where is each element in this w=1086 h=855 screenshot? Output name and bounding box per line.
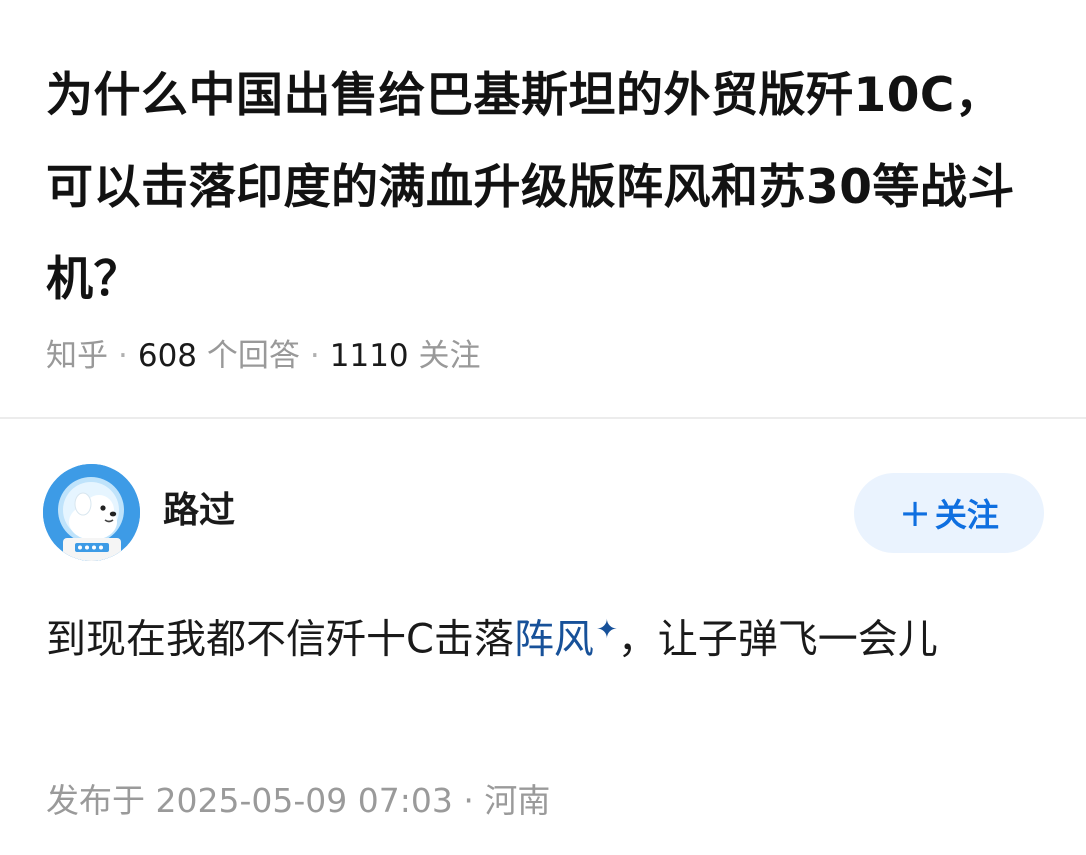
meta-separator: ·: [309, 338, 320, 374]
keyword-link[interactable]: 阵风: [514, 616, 594, 662]
sparkle-icon[interactable]: ✦: [596, 615, 618, 645]
plus-icon: +: [899, 491, 931, 535]
answer-count: 608: [137, 338, 198, 374]
question-card[interactable]: 为什么中国出售给巴基斯坦的外贸版歼10C，可以击落印度的满血升级版阵风和苏30等…: [0, 0, 1086, 419]
source-label[interactable]: 知乎: [46, 338, 108, 374]
author-name[interactable]: 路过: [163, 489, 235, 533]
meta-separator: ·: [118, 338, 128, 374]
question-title[interactable]: 为什么中国出售给巴基斯坦的外贸版歼10C，可以击落印度的满血升级版阵风和苏30等…: [46, 50, 1036, 326]
answer-count-suffix: 个回答: [206, 338, 300, 374]
avatar[interactable]: [43, 464, 140, 561]
answer-text-after: ，让子弹飞一会儿: [617, 616, 938, 663]
publish-datetime: 2025-05-09 07:03: [155, 781, 453, 820]
answer-text-before: 到现在我都不信歼十C击落: [46, 616, 514, 663]
publish-location: 河南: [484, 781, 551, 820]
zhihu-page: 为什么中国出售给巴基斯坦的外贸版歼10C，可以击落印度的满血升级版阵风和苏30等…: [0, 0, 1086, 855]
astronaut-dog-avatar-icon: [43, 464, 140, 561]
follow-button[interactable]: + 关注: [854, 473, 1044, 553]
follower-count: 1110: [329, 338, 409, 374]
answer-item: 路过 + 关注 到现在我都不信歼十C击落阵风✦，让子弹飞一会儿 发布于 2025-…: [0, 421, 1086, 855]
publish-info: 发布于 2025-05-09 07:03 · 河南: [46, 779, 550, 823]
publish-separator: ·: [463, 781, 474, 820]
follow-label: 关注: [934, 496, 999, 534]
publish-prefix: 发布于: [46, 781, 145, 820]
follower-count-suffix: 关注: [418, 338, 481, 374]
answer-content[interactable]: 到现在我都不信歼十C击落阵风✦，让子弹飞一会儿: [46, 591, 1036, 678]
question-meta: 知乎 · 608 个回答 · 1110 关注: [46, 336, 481, 376]
